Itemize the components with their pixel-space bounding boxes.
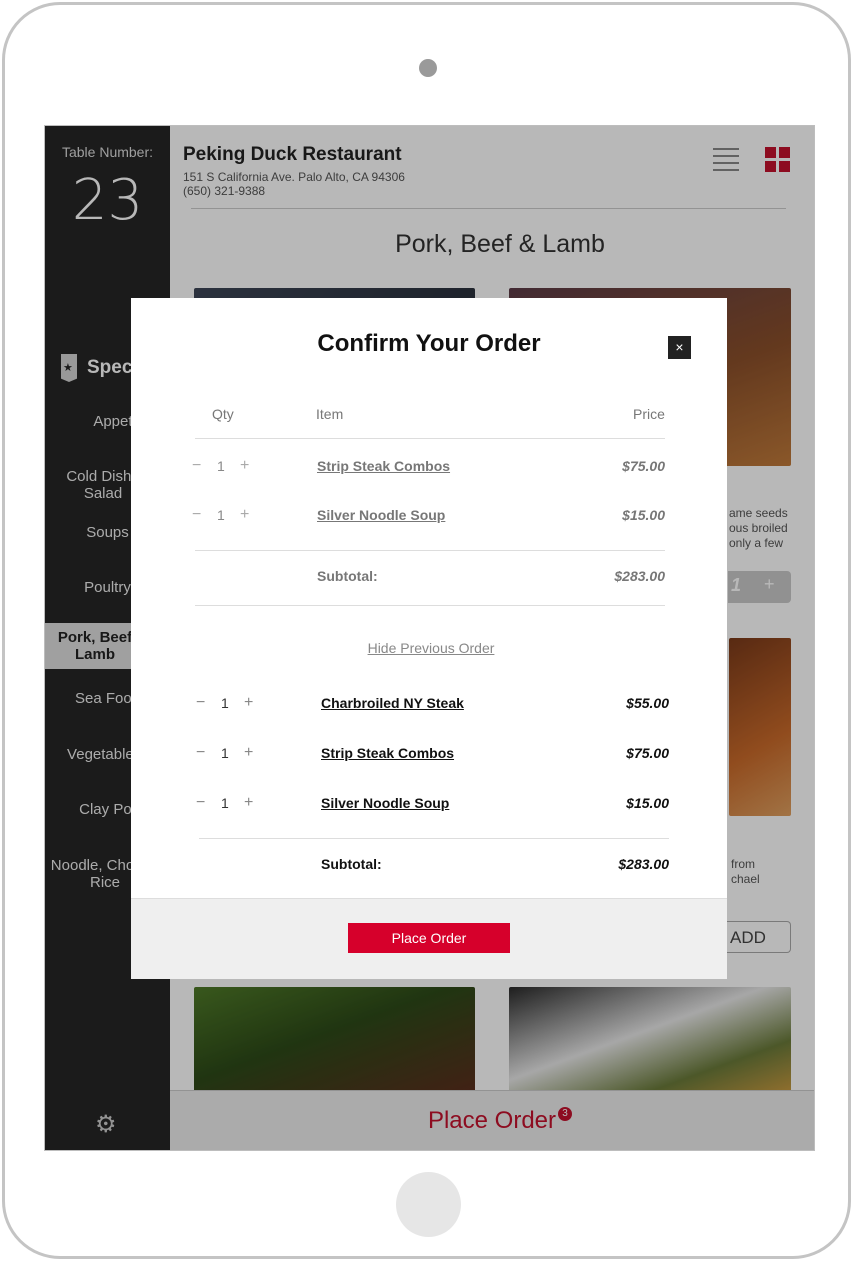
previous-order-row: − 1 + Strip Steak Combos $75.00 — [131, 744, 727, 764]
item-name[interactable]: Silver Noodle Soup — [321, 795, 449, 811]
home-button[interactable] — [396, 1172, 461, 1237]
divider — [195, 438, 665, 439]
item-price: $15.00 — [626, 795, 669, 811]
divider — [195, 605, 665, 606]
subtotal-label: Subtotal: — [317, 568, 378, 584]
plus-icon[interactable]: + — [240, 506, 249, 524]
item-qty: 1 — [217, 507, 225, 523]
order-row: − 1 + Strip Steak Combos $75.00 — [131, 457, 727, 477]
column-header-price: Price — [633, 406, 665, 422]
item-name[interactable]: Strip Steak Combos — [321, 745, 454, 761]
minus-icon[interactable]: − — [192, 506, 201, 524]
place-order-button[interactable]: Place Order — [348, 923, 510, 953]
confirm-order-modal: Confirm Your Order × Qty Item Price − 1 … — [131, 298, 727, 979]
minus-icon[interactable]: − — [196, 794, 205, 812]
modal-footer: Place Order — [131, 898, 727, 979]
hide-previous-order-link[interactable]: Hide Previous Order — [131, 640, 731, 656]
close-button[interactable]: × — [668, 336, 691, 359]
previous-order-row: − 1 + Silver Noodle Soup $15.00 — [131, 794, 727, 814]
modal-title: Confirm Your Order — [317, 330, 541, 357]
item-price: $75.00 — [626, 745, 669, 761]
column-header-qty: Qty — [212, 406, 234, 422]
plus-icon[interactable]: + — [244, 744, 253, 762]
item-name[interactable]: Silver Noodle Soup — [317, 507, 445, 523]
minus-icon[interactable]: − — [192, 457, 201, 475]
item-price: $55.00 — [626, 695, 669, 711]
plus-icon[interactable]: + — [244, 694, 253, 712]
camera-icon — [419, 59, 437, 77]
plus-icon[interactable]: + — [244, 794, 253, 812]
minus-icon[interactable]: − — [196, 744, 205, 762]
divider — [195, 550, 665, 551]
item-name[interactable]: Charbroiled NY Steak — [321, 695, 464, 711]
column-header-item: Item — [316, 406, 344, 422]
order-row: − 1 + Silver Noodle Soup $15.00 — [131, 506, 727, 526]
divider — [199, 838, 669, 839]
subtotal-label: Subtotal: — [321, 856, 382, 872]
item-qty: 1 — [221, 695, 229, 711]
plus-icon[interactable]: + — [240, 457, 249, 475]
item-qty: 1 — [221, 795, 229, 811]
item-qty: 1 — [217, 458, 225, 474]
item-qty: 1 — [221, 745, 229, 761]
minus-icon[interactable]: − — [196, 694, 205, 712]
subtotal-value: $283.00 — [618, 856, 669, 872]
item-price: $15.00 — [622, 507, 665, 523]
item-price: $75.00 — [622, 458, 665, 474]
previous-order-row: − 1 + Charbroiled NY Steak $55.00 — [131, 694, 727, 714]
subtotal-value: $283.00 — [614, 568, 665, 584]
item-name[interactable]: Strip Steak Combos — [317, 458, 450, 474]
